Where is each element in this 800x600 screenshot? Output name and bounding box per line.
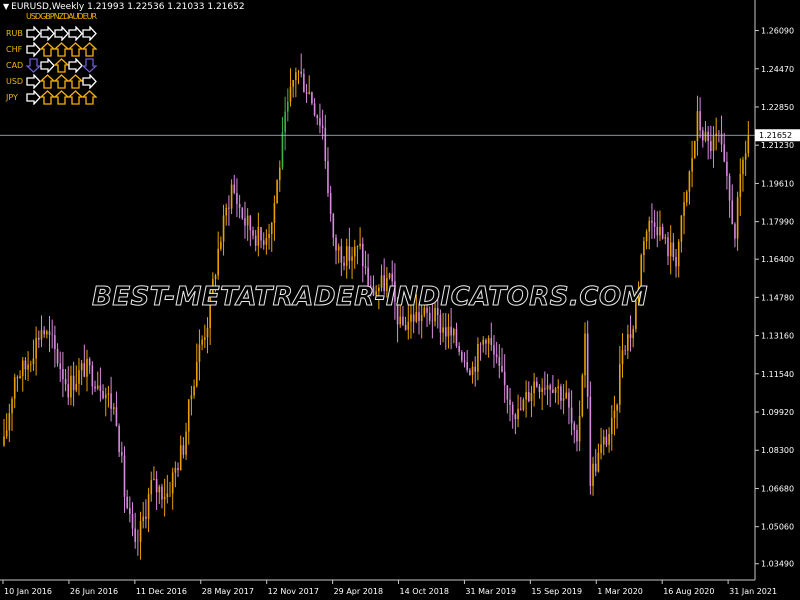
- arrow-up-icon: [40, 74, 55, 89]
- arrow-up-icon: [68, 42, 83, 57]
- price-tick-label: 1.03490: [761, 560, 794, 569]
- matrix-row-label: RUB: [6, 29, 23, 38]
- price-tick-label: 1.19610: [761, 179, 794, 188]
- watermark: BEST-METATRADER-INDICATORS.COM: [92, 282, 648, 313]
- arrow-down-icon: [82, 58, 97, 73]
- time-tick-label: 10 Jan 2016: [4, 587, 52, 596]
- last-price-label: 1.21652: [759, 131, 792, 140]
- time-tick-label: 26 Jun 2016: [70, 587, 118, 596]
- arrow-right-icon: [40, 26, 55, 41]
- arrow-right-icon: [40, 58, 55, 73]
- arrow-up-icon: [82, 90, 97, 105]
- time-tick-label: 28 May 2017: [202, 587, 254, 596]
- arrow-right-icon: [26, 26, 41, 41]
- arrow-up-icon: [54, 58, 69, 73]
- time-axis: 10 Jan 2016 26 Jun 2016 11 Dec 2016 28 May …: [0, 579, 777, 596]
- arrow-right-icon: [26, 90, 41, 105]
- price-tick-label: 1.22850: [761, 103, 794, 112]
- matrix-row-label: USD: [6, 77, 24, 86]
- price-tick-label: 1.08300: [761, 446, 794, 455]
- time-tick-label: 12 Nov 2017: [268, 587, 319, 596]
- time-tick-label: 29 Apr 2018: [334, 587, 383, 596]
- price-tick-label: 1.09920: [761, 408, 794, 417]
- matrix-header: USDGBPNZDAUDEUR: [26, 12, 97, 21]
- matrix-row-label: JPY: [6, 93, 18, 102]
- price-tick-label: 1.11540: [761, 370, 794, 379]
- time-tick-label: 16 Aug 2020: [663, 587, 714, 596]
- time-tick-label: 31 Jan 2021: [729, 587, 777, 596]
- arrow-right-icon: [26, 74, 41, 89]
- arrow-up-icon: [54, 90, 69, 105]
- chart-window[interactable]: 1.26090 1.24470 1.22850 1.21230 1.19610 1.179…: [0, 0, 800, 600]
- arrow-right-icon: [26, 42, 41, 57]
- arrow-up-icon: [82, 42, 97, 57]
- time-tick-label: 15 Sep 2019: [531, 587, 582, 596]
- arrow-up-icon: [40, 42, 55, 57]
- price-tick-label: 1.16400: [761, 255, 794, 264]
- price-tick-label: 1.05060: [761, 523, 794, 532]
- chart-title-text: EURUSD,Weekly 1.21993 1.22536 1.21033 1.…: [11, 2, 245, 12]
- arrow-right-icon: [54, 26, 69, 41]
- arrow-up-icon: [40, 90, 55, 105]
- arrow-right-icon: [82, 26, 97, 41]
- arrow-up-icon: [68, 90, 83, 105]
- price-tick-label: 1.13160: [761, 332, 794, 341]
- dropdown-triangle-icon[interactable]: ▼: [3, 2, 9, 11]
- time-tick-label: 31 Mar 2019: [465, 587, 516, 596]
- arrow-up-icon: [54, 74, 69, 89]
- arrow-up-icon: [68, 74, 83, 89]
- matrix-row-label: CHF: [6, 45, 23, 54]
- arrow-right-icon: [82, 74, 97, 89]
- arrow-right-icon: [68, 58, 83, 73]
- price-tick-label: 1.26090: [761, 27, 794, 36]
- arrow-right-icon: [68, 26, 83, 41]
- time-tick-label: 11 Dec 2016: [136, 587, 187, 596]
- price-tick-label: 1.17990: [761, 218, 794, 227]
- chart-title: ▼ EURUSD,Weekly 1.21993 1.22536 1.21033 1…: [3, 2, 245, 12]
- arrow-up-icon: [54, 42, 69, 57]
- time-tick-label: 14 Oct 2018: [400, 587, 449, 596]
- time-tick-label: 1 Mar 2020: [597, 587, 643, 596]
- price-tick-label: 1.21230: [761, 141, 794, 150]
- price-tick-label: 1.14780: [761, 293, 794, 302]
- price-tick-label: 1.24470: [761, 65, 794, 74]
- matrix-row-label: CAD: [6, 61, 24, 70]
- price-tick-label: 1.06680: [761, 484, 794, 493]
- arrow-down-icon: [26, 58, 41, 73]
